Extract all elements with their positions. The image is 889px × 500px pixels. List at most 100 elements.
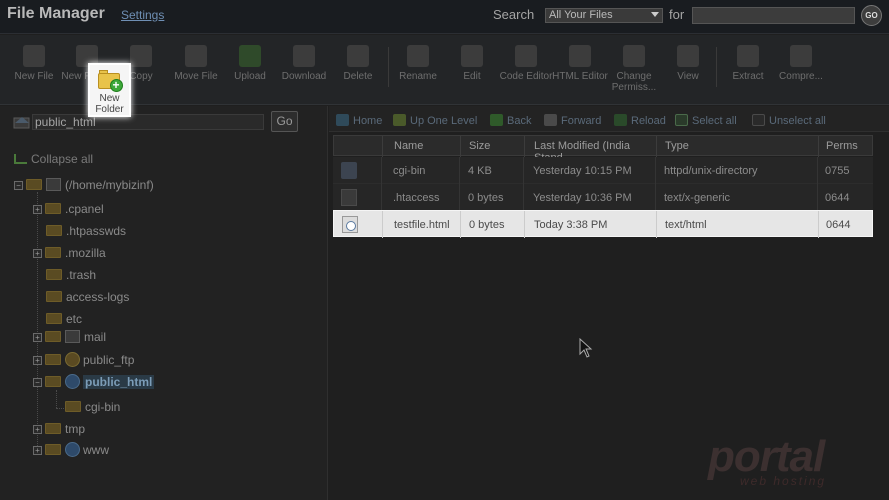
toolbar-label: Change Permiss... bbox=[611, 71, 657, 93]
html-editor-button[interactable]: HTML Editor bbox=[551, 45, 609, 82]
up-level-label: Up One Level bbox=[410, 115, 478, 127]
cell-size: 0 bytes bbox=[469, 219, 505, 231]
table-row-selected[interactable]: testfile.html 0 bytes Today 3:38 PM text… bbox=[333, 210, 873, 238]
home-button[interactable]: Home bbox=[336, 114, 382, 127]
expand-toggle[interactable]: + bbox=[33, 205, 42, 214]
cell-perms: 0644 bbox=[826, 219, 851, 231]
tree-root[interactable]: − (/home/mybizinf) bbox=[14, 178, 154, 196]
folder-icon bbox=[341, 162, 357, 179]
tree-item-access-logs[interactable]: access-logs bbox=[46, 290, 129, 308]
column-header-size[interactable]: Size bbox=[469, 140, 490, 152]
compress-button[interactable]: Compre... bbox=[772, 45, 830, 82]
expand-toggle[interactable]: + bbox=[33, 446, 42, 455]
forward-button[interactable]: Forward bbox=[544, 114, 601, 127]
folder-icon bbox=[45, 444, 61, 455]
path-input[interactable]: public_html bbox=[32, 114, 264, 130]
select-all-button[interactable]: Select all bbox=[675, 114, 737, 127]
tree-item-etc[interactable]: etc bbox=[46, 312, 82, 330]
expand-toggle[interactable]: + bbox=[33, 356, 42, 365]
tree-item-cpanel[interactable]: + .cpanel bbox=[33, 202, 104, 220]
change-permissions-button[interactable]: Change Permiss... bbox=[605, 45, 663, 93]
collapse-all-button[interactable]: Collapse all bbox=[14, 152, 93, 166]
tree-item-tmp[interactable]: + tmp bbox=[33, 422, 85, 440]
folder-icon bbox=[46, 291, 62, 302]
move-file-button[interactable]: Move File bbox=[167, 45, 225, 82]
tree-item-mail[interactable]: + mail bbox=[33, 330, 106, 348]
column-divider bbox=[818, 136, 819, 157]
tree-item-public-ftp[interactable]: + public_ftp bbox=[33, 352, 134, 370]
cell-modified: Yesterday 10:36 PM bbox=[533, 192, 632, 204]
tree-line bbox=[37, 192, 38, 450]
collapse-icon bbox=[14, 154, 27, 164]
column-header-perms[interactable]: Perms bbox=[826, 140, 858, 152]
forward-arrow-icon bbox=[544, 114, 557, 126]
tree-item-trash[interactable]: .trash bbox=[46, 268, 96, 286]
folder-open-icon bbox=[45, 376, 61, 387]
extract-icon bbox=[737, 45, 759, 67]
tree-item-label: etc bbox=[66, 312, 83, 326]
change-permissions-icon bbox=[623, 45, 645, 67]
code-editor-icon bbox=[515, 45, 537, 67]
cell-size: 0 bytes bbox=[468, 192, 504, 204]
view-button[interactable]: View bbox=[659, 45, 717, 82]
new-file-button[interactable]: New File bbox=[5, 45, 63, 82]
rename-button[interactable]: Rename bbox=[389, 45, 447, 82]
table-row[interactable]: .htaccess 0 bytes Yesterday 10:36 PM tex… bbox=[333, 184, 873, 211]
expand-toggle[interactable]: + bbox=[33, 425, 42, 434]
cell-perms: 0644 bbox=[825, 192, 850, 204]
cell-size: 4 KB bbox=[468, 165, 492, 177]
column-header-name[interactable]: Name bbox=[394, 140, 423, 152]
column-header-type[interactable]: Type bbox=[665, 140, 689, 152]
tree-item-label: public_html bbox=[83, 375, 155, 389]
toolbar-label: Rename bbox=[399, 71, 437, 82]
collapse-toggle[interactable]: − bbox=[14, 181, 23, 190]
tree-item-htpasswds[interactable]: .htpasswds bbox=[46, 224, 126, 242]
collapse-toggle[interactable]: − bbox=[33, 378, 42, 387]
toolbar-label: Download bbox=[281, 71, 327, 82]
html-file-icon bbox=[342, 216, 358, 233]
tree-item-label: mail bbox=[84, 330, 107, 344]
new-file-icon bbox=[23, 45, 45, 67]
tree-item-cgi-bin[interactable]: cgi-bin bbox=[65, 400, 120, 418]
tree-item-label: www bbox=[83, 443, 109, 457]
path-go-button[interactable]: Go bbox=[271, 111, 298, 132]
home-icon bbox=[336, 114, 349, 126]
reload-button[interactable]: Reload bbox=[614, 114, 666, 127]
toolbar-label: View bbox=[677, 71, 699, 82]
download-button[interactable]: Download bbox=[275, 45, 333, 82]
tree-item-label: .mozilla bbox=[65, 246, 106, 260]
directory-tree-panel: public_html Go Collapse all − (/home/mybi… bbox=[0, 106, 328, 500]
search-input[interactable] bbox=[692, 7, 855, 24]
tree-item-www[interactable]: + www bbox=[33, 442, 109, 460]
expand-toggle[interactable]: + bbox=[33, 249, 42, 258]
folder-icon bbox=[45, 247, 61, 258]
expand-toggle[interactable]: + bbox=[33, 333, 42, 342]
tree-item-public-html[interactable]: − public_html bbox=[33, 374, 155, 392]
search-go-button[interactable]: GO bbox=[861, 5, 882, 26]
back-button[interactable]: Back bbox=[490, 114, 531, 127]
code-editor-button[interactable]: Code Editor bbox=[497, 45, 555, 82]
toolbar-label: Delete bbox=[343, 71, 373, 82]
back-arrow-icon bbox=[490, 114, 503, 126]
delete-button[interactable]: Delete bbox=[329, 45, 387, 82]
generic-file-icon bbox=[341, 189, 357, 206]
file-table-header: Name Size Last Modified (India Stand Typ… bbox=[333, 135, 873, 164]
tree-item-label: public_ftp bbox=[83, 353, 135, 367]
up-one-level-button[interactable]: Up One Level bbox=[393, 114, 477, 127]
extract-button[interactable]: Extract bbox=[719, 45, 777, 82]
cell-name: .htaccess bbox=[393, 192, 440, 204]
search-label: Search bbox=[493, 7, 535, 22]
unselect-all-button[interactable]: Unselect all bbox=[752, 114, 826, 127]
column-divider bbox=[524, 136, 525, 157]
upload-button[interactable]: Upload bbox=[221, 45, 279, 82]
tree-item-mozilla[interactable]: + .mozilla bbox=[33, 246, 106, 264]
cell-type: httpd/unix-directory bbox=[664, 165, 758, 177]
app-title: File Manager bbox=[7, 5, 105, 22]
table-row[interactable]: cgi-bin 4 KB Yesterday 10:15 PM httpd/un… bbox=[333, 157, 873, 184]
new-folder-highlight[interactable]: + New Folder bbox=[88, 63, 131, 117]
settings-link[interactable]: Settings bbox=[121, 8, 164, 22]
search-scope-select[interactable]: All Your Files bbox=[545, 8, 663, 23]
folder-icon bbox=[45, 203, 61, 214]
edit-button[interactable]: Edit bbox=[443, 45, 501, 82]
search-scope-value: All Your Files bbox=[549, 9, 613, 21]
